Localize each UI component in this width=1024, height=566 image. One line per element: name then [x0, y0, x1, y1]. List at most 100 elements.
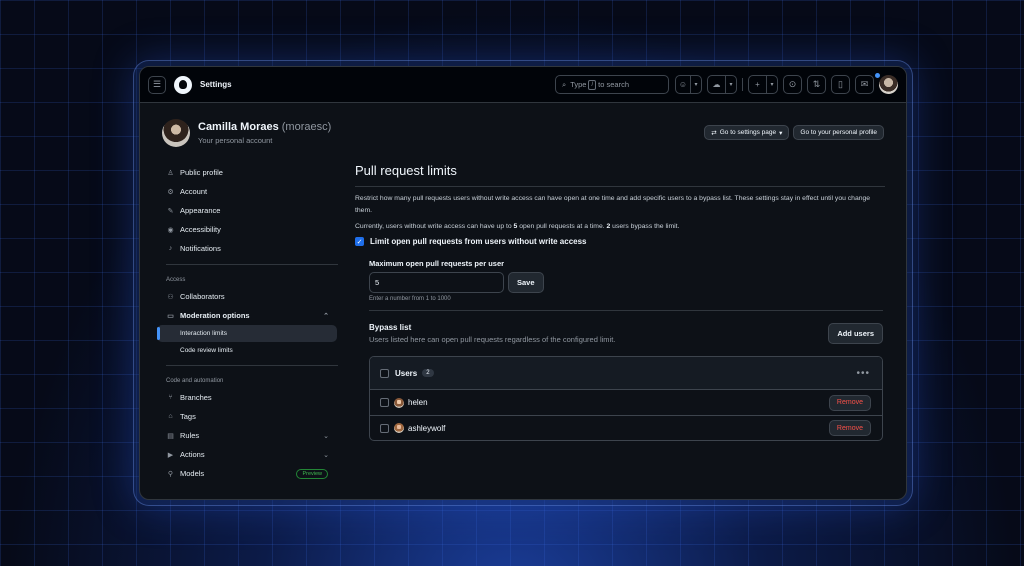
sidebar-item-notifications[interactable]: ♪ Notifications [157, 239, 337, 258]
sidebar-item-label: Accessibility [180, 225, 221, 234]
users-table-header: Users 2 ••• [370, 357, 882, 390]
chevron-down-icon: ⌄ [323, 432, 329, 440]
sidebar-item-branches[interactable]: ⑂ Branches [157, 388, 337, 407]
username[interactable]: ashleywolf [408, 424, 445, 433]
personal-profile-button[interactable]: Go to your personal profile [793, 125, 884, 140]
bell-icon: ♪ [168, 245, 173, 252]
sidebar-item-models[interactable]: ⚲ Models Preview [157, 464, 337, 483]
profile-actions: ⇄ Go to settings page ▾ Go to your perso… [704, 125, 884, 140]
summary-bypass-count: 2 [606, 223, 611, 230]
remove-button[interactable]: Remove [828, 420, 871, 436]
max-field-hint: Enter a number from 1 to 1000 [369, 296, 451, 302]
limit-checkbox-row: ✓ Limit open pull requests from users wi… [355, 237, 885, 246]
limit-checkbox-label[interactable]: Limit open pull requests from users with… [370, 237, 587, 246]
copilot-icon[interactable]: ☺ [676, 76, 690, 93]
page-title: Pull request limits [355, 163, 885, 187]
browser-window: ☰ Settings ⌕ Type / to search ☺ ▾ ☁ ▾ + … [139, 66, 907, 500]
sidebar-item-label: Branches [180, 393, 212, 402]
sidebar-item-collaborators[interactable]: ⚇ Collaborators [157, 287, 337, 306]
users-header-label: Users [395, 368, 418, 378]
create-new-menu[interactable]: + ▾ [748, 75, 778, 94]
repositories-icon[interactable]: ▯ [831, 75, 850, 94]
sidebar-item-rules[interactable]: ▤ Rules ⌄ [157, 426, 337, 445]
sidebar-item-label: Models [180, 469, 205, 478]
cloud-icon[interactable]: ☁ [708, 76, 725, 93]
play-icon: ▶ [167, 451, 174, 459]
models-icon: ⚲ [167, 470, 174, 478]
summary-count: 5 [513, 223, 518, 230]
rules-icon: ▤ [167, 432, 174, 440]
sidebar-item-account[interactable]: ⚙ Account [157, 182, 337, 201]
search-icon: ⌕ [562, 79, 567, 89]
issues-icon[interactable]: ⊙ [783, 75, 802, 94]
sidebar-divider [166, 264, 338, 265]
sidebar-item-appearance[interactable]: ✎ Appearance [157, 201, 337, 220]
header-actions: ☺ ▾ ☁ ▾ + ▾ ⊙ ⇅ ▯ ✉ [675, 75, 898, 94]
section-divider [369, 310, 883, 311]
sidebar-item-label: Appearance [180, 206, 221, 215]
profile-subtitle: Your personal account [198, 136, 273, 145]
sidebar-item-public-profile[interactable]: ♙ Public profile [157, 163, 337, 182]
users-table: Users 2 ••• helen Remove ashleywolf Remo… [369, 356, 883, 441]
user-avatar[interactable] [879, 75, 898, 94]
table-row: ashleywolf Remove [370, 415, 882, 440]
search-prefix: Type [570, 80, 587, 89]
copilot-menu[interactable]: ☺ ▾ [675, 75, 702, 94]
chevron-down-icon: ▾ [779, 129, 783, 137]
avatar [394, 423, 404, 433]
sidebar-item-label: Public profile [180, 168, 223, 177]
profile-avatar [162, 119, 190, 147]
max-pull-requests-input[interactable] [369, 272, 504, 293]
codespaces-menu[interactable]: ☁ ▾ [707, 75, 737, 94]
page-description: Restrict how many pull requests users wi… [355, 195, 871, 214]
settings-page-button[interactable]: ⇄ Go to settings page ▾ [704, 125, 790, 140]
row-checkbox[interactable] [380, 398, 389, 407]
sidebar-item-interaction-limits[interactable]: Interaction limits [156, 325, 337, 342]
settings-page-label: Go to settings page [719, 129, 777, 136]
kebab-menu-icon[interactable]: ••• [856, 368, 870, 379]
person-icon: ♙ [167, 169, 174, 177]
search-input[interactable]: ⌕ Type / to search [555, 75, 669, 94]
bypass-title: Bypass list [369, 323, 412, 332]
pull-requests-icon[interactable]: ⇅ [807, 75, 826, 94]
sidebar-item-label: Rules [180, 431, 200, 440]
sidebar-item-moderation-options[interactable]: ▭ Moderation options ⌃ [157, 306, 337, 325]
avatar [394, 397, 404, 408]
chevron-up-icon: ⌃ [323, 312, 329, 320]
chevron-down-icon[interactable]: ▾ [725, 76, 736, 93]
sidebar-item-label: Collaborators [180, 292, 225, 301]
username[interactable]: helen [408, 398, 428, 407]
bypass-section: Bypass list Users listed here can open p… [369, 323, 883, 441]
accessibility-icon: ◉ [167, 226, 174, 234]
chevron-down-icon[interactable]: ▾ [690, 76, 701, 93]
github-logo-icon[interactable] [174, 75, 192, 94]
sidebar-item-actions[interactable]: ▶ Actions ⌄ [157, 445, 337, 464]
row-checkbox[interactable] [380, 423, 389, 433]
remove-button[interactable]: Remove [828, 394, 871, 411]
sidebar-group-access: Access [166, 277, 186, 283]
chevron-down-icon[interactable]: ▾ [766, 76, 777, 93]
preview-badge: Preview [296, 468, 328, 479]
hamburger-menu-icon[interactable]: ☰ [148, 75, 166, 94]
search-suffix: to search [598, 80, 629, 89]
notification-dot [875, 73, 880, 78]
sidebar-item-accessibility[interactable]: ◉ Accessibility [157, 220, 337, 239]
global-header: ☰ Settings ⌕ Type / to search ☺ ▾ ☁ ▾ + … [140, 67, 906, 103]
profile-name: Camilla Moraes [198, 121, 279, 133]
summary-text: open pull requests at a time. [519, 223, 605, 230]
limit-summary: Currently, users without write access ca… [355, 223, 885, 230]
branch-icon: ⑂ [168, 394, 173, 401]
plus-icon[interactable]: + [749, 76, 766, 93]
save-button[interactable]: Save [508, 272, 544, 293]
settings-sidebar: ♙ Public profile ⚙ Account ✎ Appearance … [156, 163, 338, 483]
header-divider [742, 78, 743, 91]
add-users-button[interactable]: Add users [828, 323, 883, 344]
limit-checkbox[interactable]: ✓ [355, 237, 364, 246]
paintbrush-icon: ✎ [167, 207, 174, 215]
tag-icon: ⌂ [168, 413, 173, 420]
inbox-icon[interactable]: ✉ [855, 75, 874, 94]
sidebar-item-label: Interaction limits [180, 330, 227, 337]
sidebar-item-tags[interactable]: ⌂ Tags [157, 407, 337, 426]
sidebar-item-code-review-limits[interactable]: Code review limits [157, 342, 337, 359]
select-all-checkbox[interactable] [380, 368, 389, 378]
